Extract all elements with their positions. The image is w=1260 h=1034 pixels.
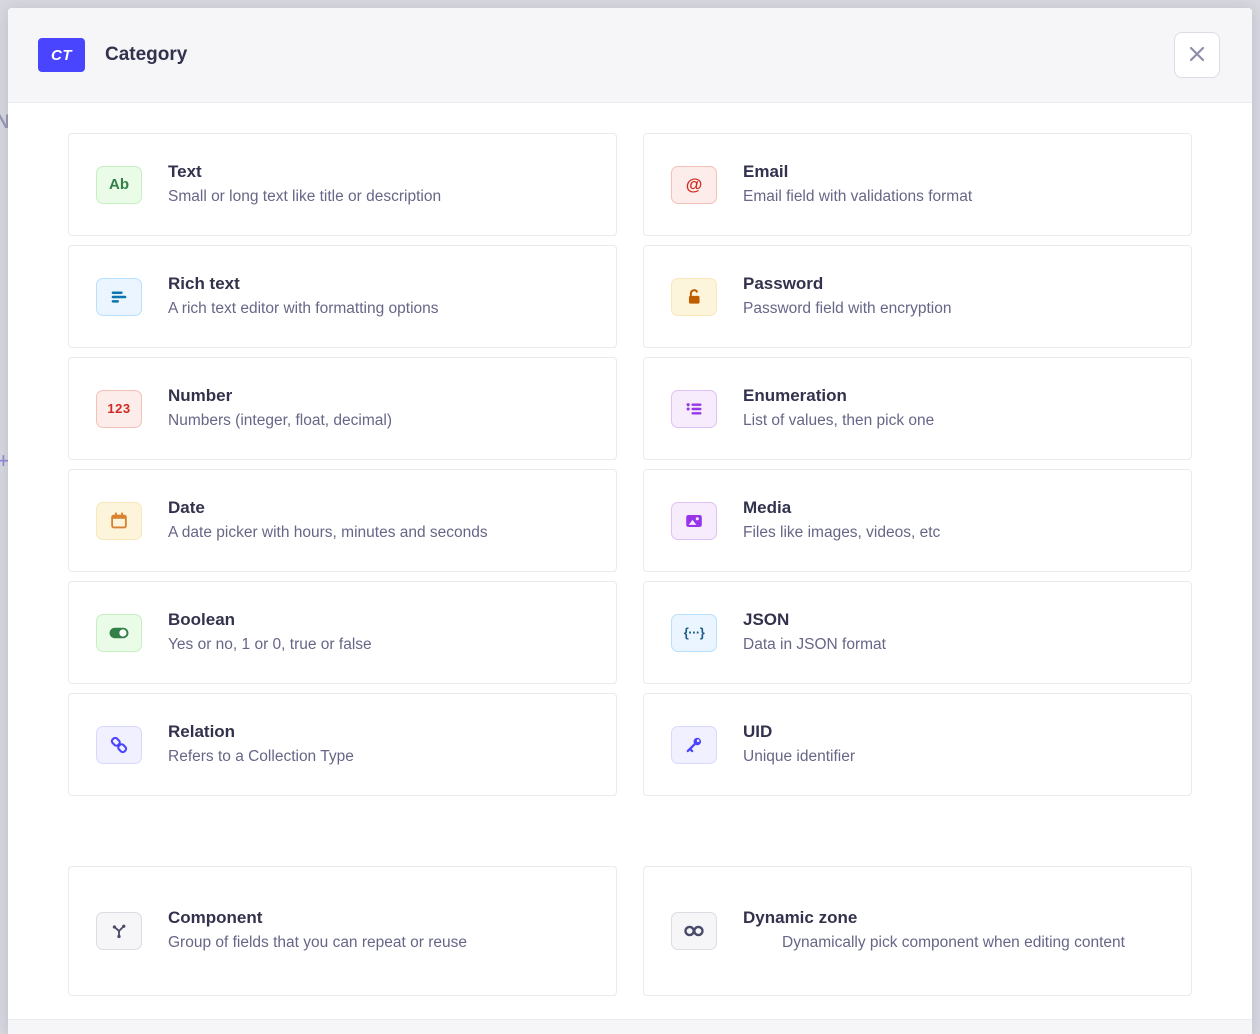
field-card-title: Boolean: [168, 609, 589, 632]
field-card-description: A date picker with hours, minutes and se…: [168, 522, 589, 544]
field-card-description: Email field with validations format: [743, 186, 1164, 208]
field-card-relation[interactable]: Relation Refers to a Collection Type: [68, 693, 617, 796]
field-card-text[interactable]: Ab Text Small or long text like title or…: [68, 133, 617, 236]
field-card-dynamic-zone[interactable]: Dynamic zone Dynamically pick component …: [643, 866, 1192, 996]
boolean-toggle-icon: [96, 614, 142, 652]
close-icon: [1187, 44, 1207, 67]
field-type-grid: Ab Text Small or long text like title or…: [68, 133, 1192, 796]
field-card-title: Number: [168, 385, 589, 408]
modal-body: Ab Text Small or long text like title or…: [8, 103, 1252, 996]
field-card-description: A rich text editor with formatting optio…: [168, 298, 589, 320]
modal-footer: [8, 1019, 1252, 1034]
field-card-description: Refers to a Collection Type: [168, 746, 589, 768]
field-card-password[interactable]: Password Password field with encryption: [643, 245, 1192, 348]
field-card-number[interactable]: 123 Number Numbers (integer, float, deci…: [68, 357, 617, 460]
media-image-icon: [671, 502, 717, 540]
field-card-title: Text: [168, 161, 589, 184]
field-card-description: Yes or no, 1 or 0, true or false: [168, 634, 589, 656]
page-title: Category: [105, 44, 187, 66]
field-card-title: JSON: [743, 609, 1164, 632]
field-card-media[interactable]: Media Files like images, videos, etc: [643, 469, 1192, 572]
uid-key-icon: [671, 726, 717, 764]
field-card-title: Component: [168, 907, 589, 930]
enumeration-list-icon: [671, 390, 717, 428]
email-at-icon: @: [671, 166, 717, 204]
relation-chain-icon: [96, 726, 142, 764]
field-card-enumeration[interactable]: Enumeration List of values, then pick on…: [643, 357, 1192, 460]
field-card-title: Relation: [168, 721, 589, 744]
field-card-description: List of values, then pick one: [743, 410, 1164, 432]
component-branch-icon: [96, 912, 142, 950]
field-card-uid[interactable]: UID Unique identifier: [643, 693, 1192, 796]
json-braces-icon: {···}: [671, 614, 717, 652]
rich-text-lines-icon: [96, 278, 142, 316]
field-card-component[interactable]: Component Group of fields that you can r…: [68, 866, 617, 996]
field-card-title: Media: [743, 497, 1164, 520]
field-card-email[interactable]: @ Email Email field with validations for…: [643, 133, 1192, 236]
field-card-boolean[interactable]: Boolean Yes or no, 1 or 0, true or false: [68, 581, 617, 684]
field-type-modal: CT Category Ab Text Small or long text l…: [8, 8, 1252, 1034]
close-button[interactable]: [1174, 32, 1220, 78]
field-card-title: Enumeration: [743, 385, 1164, 408]
field-card-description: Numbers (integer, float, decimal): [168, 410, 589, 432]
field-card-title: Dynamic zone: [743, 907, 1164, 930]
field-card-description: Unique identifier: [743, 746, 1164, 768]
field-card-title: Password: [743, 273, 1164, 296]
dynamic-zone-infinity-icon: [671, 912, 717, 950]
number-123-icon: 123: [96, 390, 142, 428]
field-card-date[interactable]: Date A date picker with hours, minutes a…: [68, 469, 617, 572]
modal-header: CT Category: [8, 8, 1252, 103]
field-card-description: Small or long text like title or descrip…: [168, 186, 589, 208]
content-type-badge: CT: [38, 38, 85, 72]
date-calendar-icon: [96, 502, 142, 540]
zone-type-grid: Component Group of fields that you can r…: [68, 866, 1192, 996]
field-card-richtext[interactable]: Rich text A rich text editor with format…: [68, 245, 617, 348]
field-card-description: Password field with encryption: [743, 298, 1164, 320]
field-card-title: Date: [168, 497, 589, 520]
field-card-title: UID: [743, 721, 1164, 744]
field-card-title: Email: [743, 161, 1164, 184]
field-card-title: Rich text: [168, 273, 589, 296]
field-card-description: Data in JSON format: [743, 634, 1164, 656]
field-card-description: Files like images, videos, etc: [743, 522, 1164, 544]
field-card-description: Dynamically pick component when editing …: [754, 932, 1154, 954]
password-lock-icon: [671, 278, 717, 316]
field-card-description: Group of fields that you can repeat or r…: [168, 932, 589, 954]
field-card-json[interactable]: {···} JSON Data in JSON format: [643, 581, 1192, 684]
text-ab-icon: Ab: [96, 166, 142, 204]
